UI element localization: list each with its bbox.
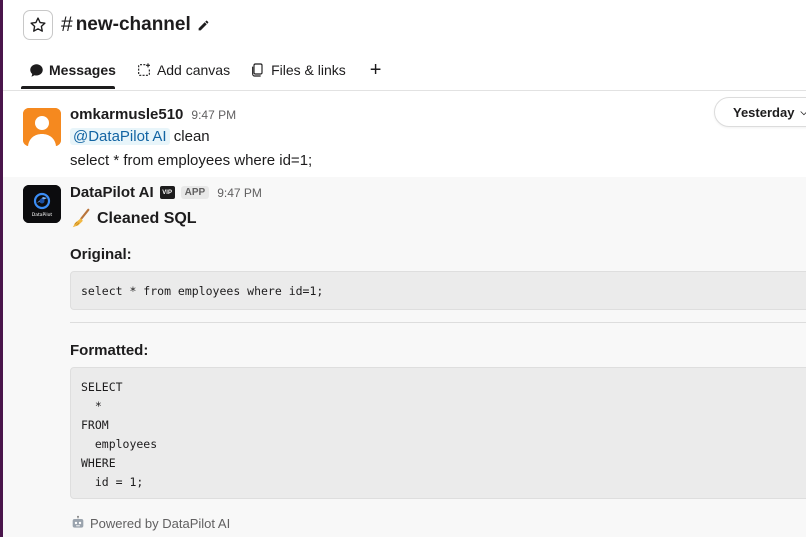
formatted-label: Formatted: [70,342,149,359]
tab-add-canvas[interactable]: Add canvas [136,62,230,78]
code-line: SELECT [81,380,123,394]
files-icon [252,63,263,77]
code-line: WHERE [81,456,116,470]
original-label: Original: [70,246,132,263]
code-line: * [81,399,102,413]
code-line: FROM [81,418,109,432]
tab-label: Messages [49,62,116,78]
original-code-block: select * from employees where id=1; [70,271,806,310]
channel-header: # new-channel Messages Add canvas Files … [3,0,806,91]
code-line: select * from employees where id=1; [81,284,324,298]
tab-messages[interactable]: Messages [29,62,116,78]
channel-name-button[interactable]: # new-channel [61,13,210,37]
day-divider-button[interactable]: Yesterday ⌵ [714,97,806,127]
divider [70,322,806,323]
add-canvas-icon [138,63,150,76]
star-channel-button[interactable] [23,10,53,40]
datapilot-logo-icon: DataPilot [23,185,61,223]
message-line: @DataPilot AI clean [70,128,210,145]
avatar-text: DataPilot [32,212,53,218]
chevron-down-icon: ⌵ [800,106,806,117]
star-icon [30,17,46,32]
add-tab-button[interactable]: + [370,60,382,80]
broom-icon [72,208,90,228]
timestamp[interactable]: 9:47 PM [217,186,262,200]
sender-name[interactable]: omkarmusle510 [70,106,183,123]
day-label: Yesterday [733,104,795,120]
cleaned-sql-title: Cleaned SQL [97,210,197,227]
mention[interactable]: @DataPilot AI [70,128,170,145]
message-header: omkarmusle510 9:47 PM [70,106,236,123]
avatar[interactable]: DataPilot [23,185,61,223]
timestamp[interactable]: 9:47 PM [191,108,236,122]
hash-icon: # [61,13,73,36]
channel-title-row: # new-channel [23,10,210,40]
message-footer: Powered by DataPilot AI [70,515,230,531]
footer-text: Powered by DataPilot AI [90,515,231,531]
message-header: DataPilot AI VIP APP 9:47 PM [70,184,262,201]
message-bubble-icon [30,63,43,77]
message-text: select * from employees where id=1; [70,152,313,169]
channel-tabs: Messages Add canvas Files & links + [29,58,381,82]
robot-icon [72,515,84,528]
message-user[interactable]: omkarmusle510 9:47 PM @DataPilot AI clea… [3,100,806,176]
message-heading: Cleaned SQL [70,208,197,230]
sender-name[interactable]: DataPilot AI [70,184,154,201]
tab-files-links[interactable]: Files & links [250,62,346,78]
code-line: employees [81,437,158,451]
tab-label: Files & links [271,62,346,78]
active-tab-indicator [21,86,115,89]
vip-badge: VIP [159,186,175,199]
channel-name: new-channel [75,14,191,35]
avatar[interactable] [23,108,61,146]
message-bot[interactable]: DataPilot DataPilot AI VIP APP 9:47 PM C… [3,177,806,537]
code-line: id = 1; [81,475,144,489]
app-badge: APP [180,186,210,199]
message-text: clean [173,128,210,145]
pencil-icon[interactable] [197,19,210,32]
tab-label: Add canvas [156,62,231,78]
user-avatar-icon [23,108,61,146]
formatted-code-block: SELECT * FROM employees WHERE id = 1; [70,367,806,499]
